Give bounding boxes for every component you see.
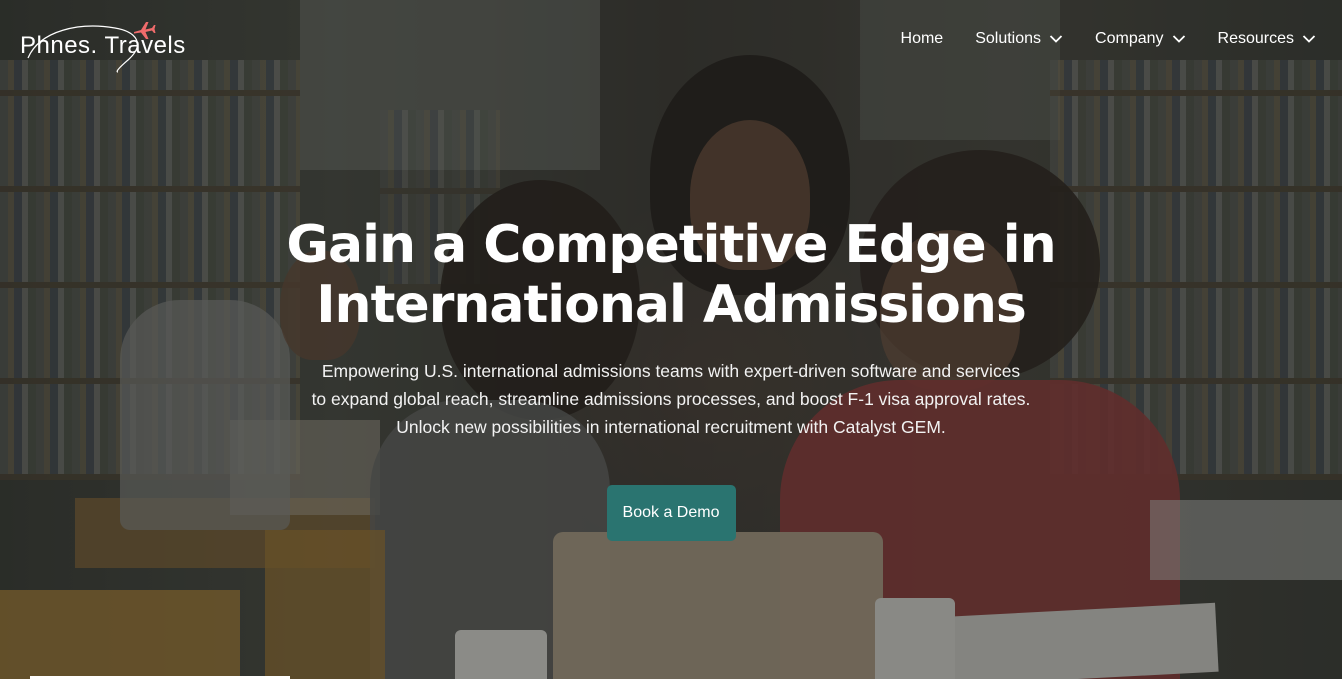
chevron-down-icon [1172,35,1185,43]
book-demo-button[interactable]: Book a Demo [606,485,736,541]
nav-item-label: Solutions [975,30,1042,47]
hero-subtext: Empowering U.S. international admissions… [0,357,1342,441]
nav-item-solutions[interactable]: Solutions [975,30,1063,48]
nav-item-resources[interactable]: Resources [1218,30,1316,48]
headline-line: International Admissions [316,275,1027,335]
nav-item-label: Home [900,30,944,47]
site-header: Phnes. Travels Home Solutions Company Re… [0,0,1342,90]
hero-section: Phnes. Travels Home Solutions Company Re… [0,0,1342,679]
main-nav: Home Solutions Company Resources [901,30,1316,48]
subtext-line: Empowering U.S. international admissions… [321,361,1021,381]
chevron-down-icon [1302,35,1316,43]
nav-item-label: Resources [1217,30,1294,47]
nav-item-home[interactable]: Home [901,30,944,48]
nav-item-label: Company [1095,30,1164,47]
chevron-down-icon [1049,35,1063,43]
nav-item-company[interactable]: Company [1095,30,1185,48]
logo[interactable]: Phnes. Travels [20,20,210,75]
subtext-line: to expand global reach, streamline admis… [311,389,1031,409]
hero-content: Gain a Competitive Edge in International… [0,215,1342,541]
subtext-line: Unlock new possibilities in internationa… [396,417,946,437]
hero-headline: Gain a Competitive Edge in International… [0,215,1342,335]
logo-text: Phnes. Travels [20,32,186,59]
headline-line: Gain a Competitive Edge in [286,215,1056,275]
